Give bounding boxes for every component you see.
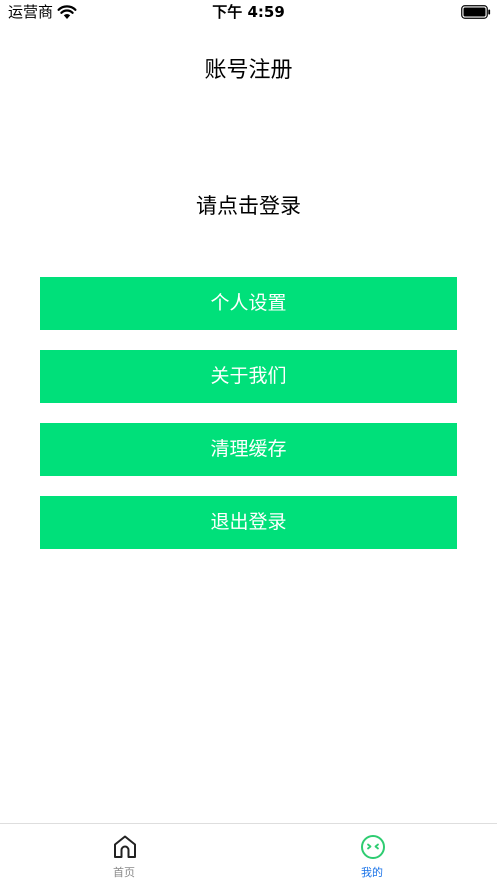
tab-home[interactable]: 首页 [0,824,248,884]
login-prompt[interactable]: 请点击登录 [0,192,497,220]
personal-settings-button[interactable]: 个人设置 [40,277,457,330]
about-us-button[interactable]: 关于我们 [40,350,457,403]
tab-mine[interactable]: 我的 [248,824,496,884]
status-bar: 运营商 下午 4:59 [0,0,497,26]
page-title: 账号注册 [204,58,293,83]
tab-mine-label: 我的 [361,866,383,879]
status-time: 下午 4:59 [212,3,285,21]
clear-cache-button[interactable]: 清理缓存 [40,423,457,476]
battery-icon [461,5,491,19]
smiley-icon [361,835,385,859]
tab-bar: 首页 我的 [0,823,497,884]
home-icon [114,835,136,858]
tab-home-label: 首页 [113,866,135,879]
logout-button[interactable]: 退出登录 [40,496,457,549]
